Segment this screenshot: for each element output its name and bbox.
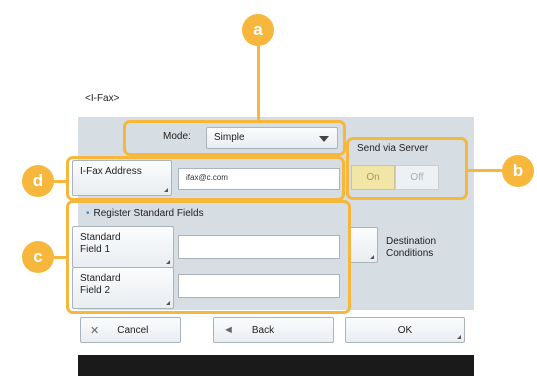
ok-button-label: OK xyxy=(397,324,413,336)
cancel-button[interactable]: ✕ Cancel xyxy=(80,317,181,343)
callout-c-highlight xyxy=(66,200,351,314)
destination-conditions-line1: Destination xyxy=(386,236,437,247)
arrow-left-icon: ◄ xyxy=(223,324,234,336)
callout-b-highlight xyxy=(346,137,468,200)
close-icon: ✕ xyxy=(90,324,100,337)
callout-a-line xyxy=(257,40,260,121)
destination-conditions-line2: Conditions xyxy=(386,248,434,259)
callout-b-marker: b xyxy=(502,155,534,187)
callout-b-line xyxy=(468,169,502,172)
callout-c-marker: c xyxy=(22,241,54,273)
back-button-label: Back xyxy=(251,324,275,336)
callout-d-marker: d xyxy=(22,165,54,197)
cancel-button-label: Cancel xyxy=(117,324,149,336)
back-button[interactable]: ◄ Back xyxy=(213,317,334,343)
window-title: <I-Fax> xyxy=(85,93,120,104)
callout-d-highlight xyxy=(66,156,345,201)
destination-conditions-label: Destination Conditions xyxy=(386,236,436,260)
callout-c-line xyxy=(54,256,66,259)
callout-a-marker: a xyxy=(242,14,274,46)
status-bar xyxy=(78,355,474,376)
destination-conditions-button[interactable] xyxy=(348,227,378,263)
callout-a-highlight xyxy=(123,120,346,156)
callout-d-line xyxy=(54,180,66,183)
ok-button[interactable]: OK xyxy=(345,317,465,343)
